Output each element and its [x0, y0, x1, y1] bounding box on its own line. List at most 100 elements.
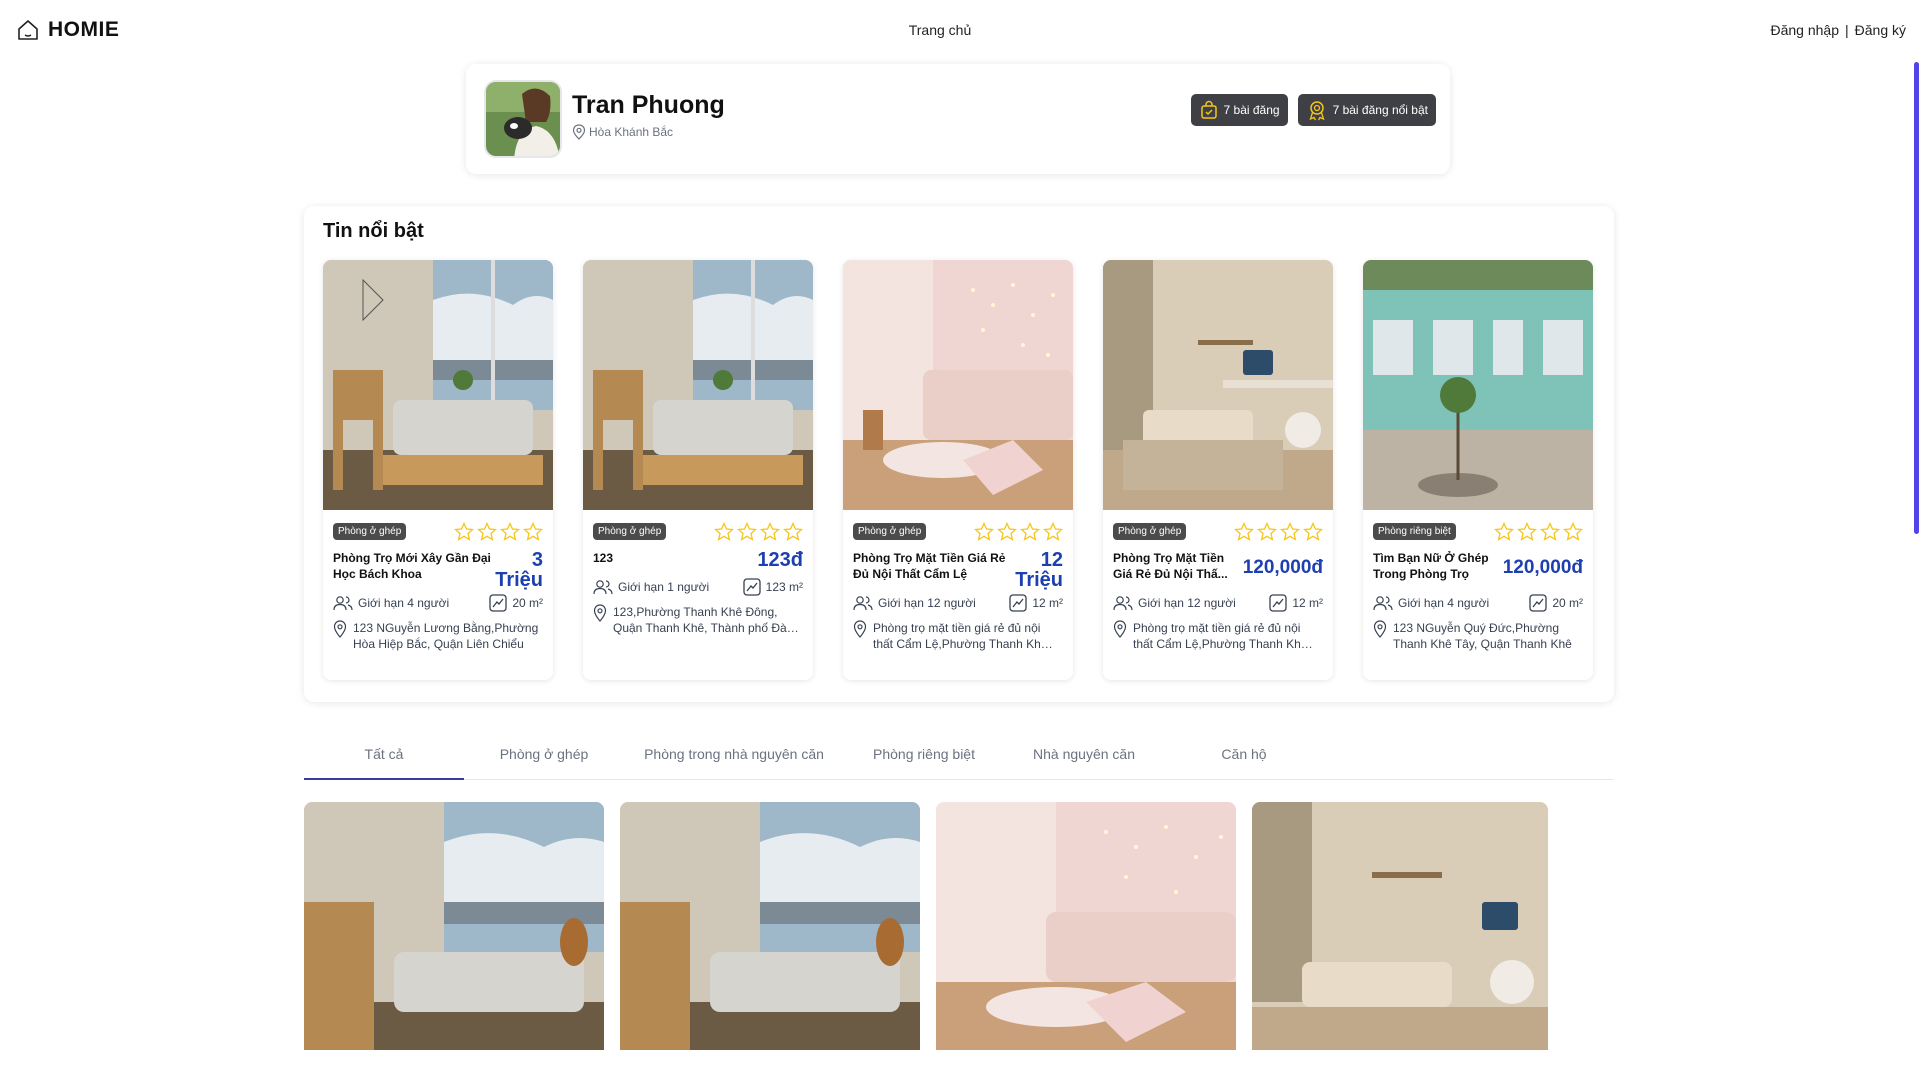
star-icon — [1563, 522, 1583, 541]
listing-address: Phòng trọ mặt tiền giá rẻ đủ nội thất Cẩ… — [853, 620, 1063, 652]
listing-card[interactable] — [620, 802, 920, 1050]
listing-photo — [323, 260, 553, 510]
people-limit: Giới hạn 12 người — [1113, 594, 1236, 612]
listing-meta: Giới hạn 1 người 123 m² — [593, 578, 803, 596]
listing-photo — [1363, 260, 1593, 510]
people-limit: Giới hạn 1 người — [593, 578, 709, 596]
people-limit-text: Giới hạn 12 người — [1138, 596, 1236, 610]
users-icon — [333, 596, 353, 611]
featured-card[interactable]: Phòng ở ghép Phòng Trọ Mới Xây Gần Đại H… — [323, 260, 553, 680]
star-icon — [760, 522, 780, 541]
tab-apartment[interactable]: Căn hộ — [1164, 736, 1324, 779]
star-icon — [1540, 522, 1560, 541]
listing-address-text: 123 NGuyễn Quý Đức,Phường Thanh Khê Tây,… — [1393, 621, 1572, 651]
location-pin-icon — [1113, 620, 1127, 638]
listing-price: 120,000đ — [1243, 558, 1323, 578]
featured-section: Tin nổi bật Phòng ở ghép Phòng Trọ Mới X… — [304, 206, 1614, 702]
tab-private-room[interactable]: Phòng riêng biệt — [844, 736, 1004, 779]
listing-address-text: 123 NGuyễn Lương Bằng,Phường Hòa Hiệp Bắ… — [353, 621, 539, 651]
listing-card[interactable] — [304, 802, 604, 1050]
featured-card[interactable]: Phòng ở ghép Phòng Trọ Mặt Tiền Giá Rẻ Đ… — [1103, 260, 1333, 680]
listing-meta: Giới hạn 4 người 20 m² — [333, 594, 543, 612]
featured-card[interactable]: Phòng riêng biệt Tìm Bạn Nữ Ở Ghép Trong… — [1363, 260, 1593, 680]
listing-price: 3 Triệu — [495, 550, 543, 590]
featured-title: Tin nổi bật — [323, 220, 424, 242]
listing-photo — [620, 802, 920, 1050]
star-icon — [1234, 522, 1254, 541]
people-limit: Giới hạn 4 người — [333, 594, 449, 612]
profile-badges: 7 bài đăng 7 bài đăng nổi bật — [1190, 94, 1436, 126]
rating-stars[interactable] — [714, 522, 803, 542]
listing-meta: Giới hạn 12 người 12 m² — [853, 594, 1063, 612]
star-icon — [1280, 522, 1300, 541]
listing-photo — [1252, 802, 1548, 1050]
star-icon — [997, 522, 1017, 541]
star-icon — [1517, 522, 1537, 541]
profile-card: Tran Phuong Hòa Khánh Bắc 7 bài đăng 7 b… — [466, 64, 1450, 174]
listing-address: Phòng trọ mặt tiền giá rẻ đủ nội thất Cẩ… — [1113, 620, 1323, 652]
listing-price-unit: Triệu — [495, 569, 543, 591]
listing-address-text: Phòng trọ mặt tiền giá rẻ đủ nội thất Cẩ… — [873, 621, 1048, 651]
location-pin-icon — [333, 620, 347, 638]
star-icon — [1303, 522, 1323, 541]
login-link[interactable]: Đăng nhập — [1770, 22, 1839, 38]
tab-all[interactable]: Tất cả — [304, 736, 464, 780]
register-link[interactable]: Đăng ký — [1855, 22, 1906, 38]
profile-name: Tran Phuong — [572, 91, 725, 119]
listing-card[interactable] — [1252, 802, 1548, 1050]
listing-card[interactable] — [936, 802, 1236, 1050]
listing-address: 123,Phường Thanh Khê Đông, Quận Thanh Kh… — [593, 604, 803, 636]
star-icon — [523, 522, 543, 541]
listing-title: Phòng Trọ Mặt Tiền Giá Rẻ Đủ Nội Thấ... — [1113, 551, 1228, 581]
posts-badge[interactable]: 7 bài đăng — [1190, 94, 1288, 126]
room-area: 123 m² — [742, 578, 803, 596]
room-area: 12 m² — [1009, 594, 1063, 612]
star-icon — [454, 522, 474, 541]
users-icon — [853, 596, 873, 611]
listing-address: 123 NGuyễn Quý Đức,Phường Thanh Khê Tây,… — [1373, 620, 1583, 652]
star-icon — [477, 522, 497, 541]
room-area-text: 12 m² — [1292, 596, 1323, 610]
location-pin-icon — [572, 124, 586, 140]
listing-price-value: 12 — [1040, 549, 1063, 571]
area-chart-icon — [742, 578, 761, 596]
profile-location-text: Hòa Khánh Bắc — [589, 125, 674, 139]
scrollbar-thumb[interactable] — [1914, 62, 1919, 534]
shopping-bag-icon — [1200, 100, 1217, 119]
posts-badge-label: 7 bài đăng — [1223, 103, 1280, 117]
listing-photo — [304, 802, 604, 1050]
room-area-text: 20 m² — [512, 596, 543, 610]
room-area: 12 m² — [1269, 594, 1323, 612]
listing-photo — [843, 260, 1073, 510]
award-icon — [1309, 101, 1325, 121]
star-icon — [737, 522, 757, 541]
location-pin-icon — [853, 620, 867, 638]
star-icon — [1043, 522, 1063, 541]
people-limit: Giới hạn 4 người — [1373, 594, 1489, 612]
tab-room-in-house[interactable]: Phòng trong nhà nguyên căn — [624, 736, 844, 779]
nav-home-link[interactable]: Trang chủ — [0, 22, 1880, 38]
people-limit-text: Giới hạn 4 người — [358, 596, 450, 610]
rating-stars[interactable] — [1234, 522, 1323, 542]
tab-shared-room[interactable]: Phòng ở ghép — [464, 736, 624, 779]
rating-stars[interactable] — [454, 522, 543, 542]
people-limit-text: Giới hạn 12 người — [878, 596, 976, 610]
star-icon — [1494, 522, 1514, 541]
listing-title: 123 — [593, 551, 614, 565]
category-tabs: Tất cả Phòng ở ghép Phòng trong nhà nguy… — [304, 736, 1614, 780]
featured-card[interactable]: Phòng ở ghép Phòng Trọ Mặt Tiền Giá Rẻ Đ… — [843, 260, 1073, 680]
area-chart-icon — [1529, 594, 1547, 612]
rating-stars[interactable] — [1494, 522, 1583, 542]
top-header: HOMIE Trang chủ Đăng nhập | Đăng ký — [0, 0, 1920, 62]
room-type-badge: Phòng riêng biệt — [1373, 523, 1456, 540]
users-icon — [1373, 596, 1393, 611]
room-type-badge: Phòng ở ghép — [333, 523, 407, 540]
people-limit: Giới hạn 12 người — [853, 594, 976, 612]
rating-stars[interactable] — [974, 522, 1063, 542]
listing-price: 120,000đ — [1503, 558, 1583, 578]
tab-whole-house[interactable]: Nhà nguyên căn — [1004, 736, 1164, 779]
people-limit-text: Giới hạn 4 người — [1398, 596, 1490, 610]
featured-posts-badge[interactable]: 7 bài đăng nổi bật — [1297, 94, 1436, 126]
featured-card[interactable]: Phòng ở ghép 123 123đ Giới hạn 1 người 1… — [583, 260, 813, 680]
room-type-badge: Phòng ở ghép — [593, 523, 667, 540]
